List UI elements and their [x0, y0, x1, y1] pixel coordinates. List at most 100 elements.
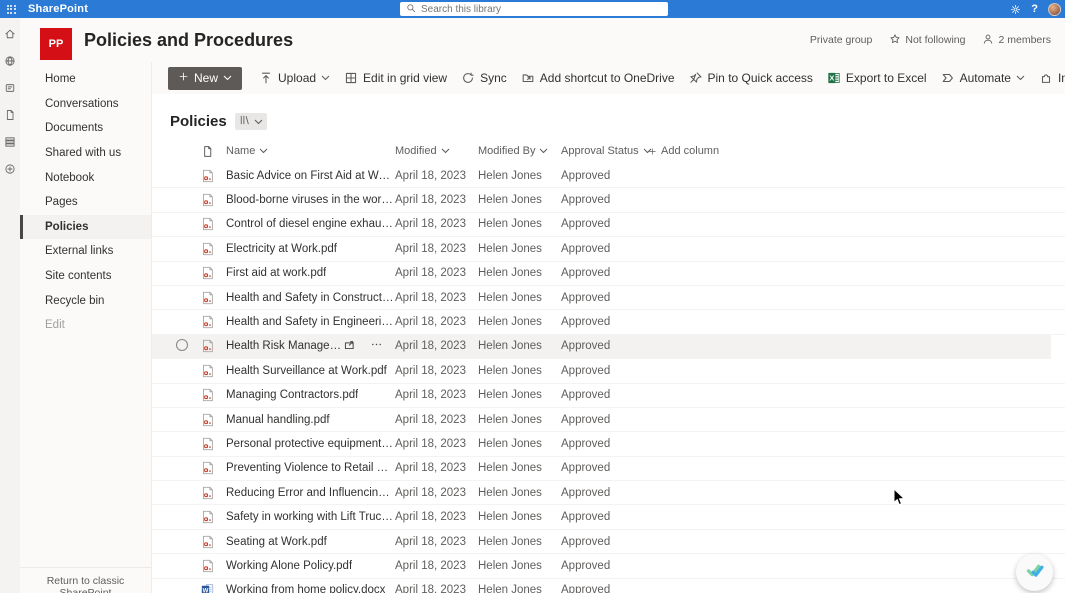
site-title[interactable]: Policies and Procedures	[84, 30, 293, 51]
modified-by-cell[interactable]: Helen Jones	[478, 170, 561, 182]
table-row[interactable]: Personal protective equipment at work.pd…	[152, 432, 1065, 457]
file-name-cell[interactable]: Health Surveillance at Work.pdf	[220, 365, 395, 377]
sidebar-item-site-contents[interactable]: Site contents	[20, 264, 151, 289]
follow-button[interactable]: Not following	[889, 33, 965, 48]
table-row[interactable]: W Working from home policy.docx April 18…	[152, 579, 1065, 593]
automate-button[interactable]: Automate	[934, 65, 1032, 91]
modified-by-cell[interactable]: Helen Jones	[478, 218, 561, 230]
search-input[interactable]	[421, 3, 662, 15]
share-icon[interactable]	[343, 338, 356, 354]
file-name-cell[interactable]: Blood-borne viruses in the workplace.pdf	[220, 194, 395, 206]
table-row[interactable]: Seating at Work.pdf April 18, 2023 Helen…	[152, 530, 1065, 555]
modified-by-cell[interactable]: Helen Jones	[478, 438, 561, 450]
file-name-cell[interactable]: Health and Safety in Engineering Worksho…	[220, 316, 395, 328]
export-to-excel-button[interactable]: X Export to Excel	[820, 65, 934, 91]
library-view-button[interactable]	[234, 113, 267, 130]
table-row[interactable]: Control of diesel engine exhaust.pdf Apr…	[152, 213, 1065, 238]
file-name-cell[interactable]: Health Risk Management.pdf	[220, 338, 395, 354]
add-column-button[interactable]: Add column	[648, 145, 1065, 157]
file-name-cell[interactable]: Managing Contractors.pdf	[220, 389, 395, 401]
sidebar-item-documents[interactable]: Documents	[20, 116, 151, 141]
table-row[interactable]: Managing Contractors.pdf April 18, 2023 …	[152, 384, 1065, 408]
table-row[interactable]: Electricity at Work.pdf April 18, 2023 H…	[152, 237, 1065, 262]
file-name-cell[interactable]: Health and Safety in Construction.pdf	[220, 292, 395, 304]
sidebar-item-policies[interactable]: Policies	[20, 214, 151, 240]
pin-to-quick-access-button[interactable]: Pin to Quick access	[682, 65, 820, 91]
globe-icon[interactable]	[4, 55, 16, 67]
modified-by-cell[interactable]: Helen Jones	[478, 340, 561, 352]
file-name-cell[interactable]: Seating at Work.pdf	[220, 536, 395, 548]
edit-in-grid-view-button[interactable]: Edit in grid view	[337, 65, 454, 91]
file-name-cell[interactable]: Reducing Error and Influencing Behaviour…	[220, 487, 395, 499]
table-row[interactable]: Blood-borne viruses in the workplace.pdf…	[152, 188, 1065, 213]
modified-by-cell[interactable]: Helen Jones	[478, 560, 561, 572]
table-row[interactable]: Reducing Error and Influencing Behaviour…	[152, 481, 1065, 506]
upload-button[interactable]: Upload	[252, 65, 337, 91]
table-row[interactable]: Manual handling.pdf April 18, 2023 Helen…	[152, 408, 1065, 433]
column-header-modified[interactable]: Modified	[395, 145, 478, 157]
table-row[interactable]: Basic Advice on First Aid at Work.pdf Ap…	[152, 164, 1065, 189]
integrate-button[interactable]: Integrate	[1032, 65, 1065, 91]
app-launcher-waffle-icon[interactable]	[0, 0, 22, 18]
new-button[interactable]: New	[168, 66, 243, 90]
modified-by-cell[interactable]: Helen Jones	[478, 536, 561, 548]
column-header-modified-by[interactable]: Modified By	[478, 145, 561, 157]
file-name-cell[interactable]: First aid at work.pdf	[220, 267, 395, 279]
add-shortcut-to-onedrive-button[interactable]: Add shortcut to OneDrive	[514, 65, 682, 91]
sidebar-item-shared-with-us[interactable]: Shared with us	[20, 141, 151, 166]
file-name-cell[interactable]: Control of diesel engine exhaust.pdf	[220, 218, 395, 230]
sidebar-item-notebook[interactable]: Notebook	[20, 165, 151, 190]
sync-button[interactable]: Sync	[454, 65, 514, 91]
table-row[interactable]: Health and Safety in Construction.pdf Ap…	[152, 286, 1065, 311]
table-row[interactable]: Health Surveillance at Work.pdf April 18…	[152, 359, 1065, 384]
sidebar-item-recycle-bin[interactable]: Recycle bin	[20, 288, 151, 313]
plus-circle-icon[interactable]	[4, 163, 16, 175]
file-name-cell[interactable]: Preventing Violence to Retail Staff.pdf	[220, 462, 395, 474]
file-name-cell[interactable]: Safety in working with Lift Trucks.pdf	[220, 511, 395, 523]
modified-by-cell[interactable]: Helen Jones	[478, 243, 561, 255]
table-row[interactable]: Working Alone Policy.pdf April 18, 2023 …	[152, 554, 1065, 579]
site-logo-tile[interactable]: PP	[40, 28, 72, 60]
modified-by-cell[interactable]: Helen Jones	[478, 414, 561, 426]
modified-by-cell[interactable]: Helen Jones	[478, 267, 561, 279]
modified-by-cell[interactable]: Helen Jones	[478, 584, 561, 593]
file-name-cell[interactable]: Manual handling.pdf	[220, 414, 395, 426]
modified-by-cell[interactable]: Helen Jones	[478, 316, 561, 328]
sites-icon[interactable]	[4, 82, 16, 94]
table-row[interactable]: Preventing Violence to Retail Staff.pdf …	[152, 457, 1065, 482]
row-more-actions-icon[interactable]	[370, 338, 383, 354]
column-header-approval-status[interactable]: Approval Status	[561, 145, 652, 157]
sidebar-item-conversations[interactable]: Conversations	[20, 92, 151, 117]
table-row[interactable]: Safety in working with Lift Trucks.pdf A…	[152, 505, 1065, 530]
settings-gear-icon[interactable]	[1010, 4, 1021, 15]
table-row[interactable]: First aid at work.pdf April 18, 2023 Hel…	[152, 262, 1065, 286]
file-name-cell[interactable]: Working from home policy.docx	[220, 584, 395, 593]
feedback-float-button[interactable]	[1016, 554, 1053, 591]
modified-by-cell[interactable]: Helen Jones	[478, 194, 561, 206]
file-name-cell[interactable]: Personal protective equipment at work.pd…	[220, 438, 395, 450]
file-type-column-header[interactable]	[194, 145, 220, 158]
members-button[interactable]: 2 members	[982, 33, 1051, 48]
suite-app-name[interactable]: SharePoint	[28, 3, 88, 15]
library-icon[interactable]	[4, 136, 16, 148]
table-row[interactable]: Health and Safety in Engineering Worksho…	[152, 310, 1065, 335]
column-header-name[interactable]: Name	[220, 145, 395, 157]
sidebar-item-home[interactable]: Home	[20, 67, 151, 92]
file-name-cell[interactable]: Basic Advice on First Aid at Work.pdf	[220, 170, 395, 182]
home-icon[interactable]	[4, 28, 16, 40]
sidebar-item-external-links[interactable]: External links	[20, 239, 151, 264]
file-name-cell[interactable]: Electricity at Work.pdf	[220, 243, 395, 255]
modified-by-cell[interactable]: Helen Jones	[478, 462, 561, 474]
file-name-cell[interactable]: Working Alone Policy.pdf	[220, 560, 395, 572]
file-icon[interactable]	[4, 109, 16, 121]
help-icon[interactable]: ?	[1031, 0, 1038, 18]
sidebar-item-edit[interactable]: Edit	[20, 313, 151, 338]
modified-by-cell[interactable]: Helen Jones	[478, 511, 561, 523]
modified-by-cell[interactable]: Helen Jones	[478, 487, 561, 499]
user-avatar[interactable]	[1048, 2, 1061, 16]
search-box[interactable]	[400, 2, 668, 16]
sidebar-item-pages[interactable]: Pages	[20, 190, 151, 215]
modified-by-cell[interactable]: Helen Jones	[478, 365, 561, 377]
return-classic-link[interactable]: Return to classic SharePoint	[20, 567, 151, 593]
row-select-radio[interactable]	[175, 338, 189, 355]
